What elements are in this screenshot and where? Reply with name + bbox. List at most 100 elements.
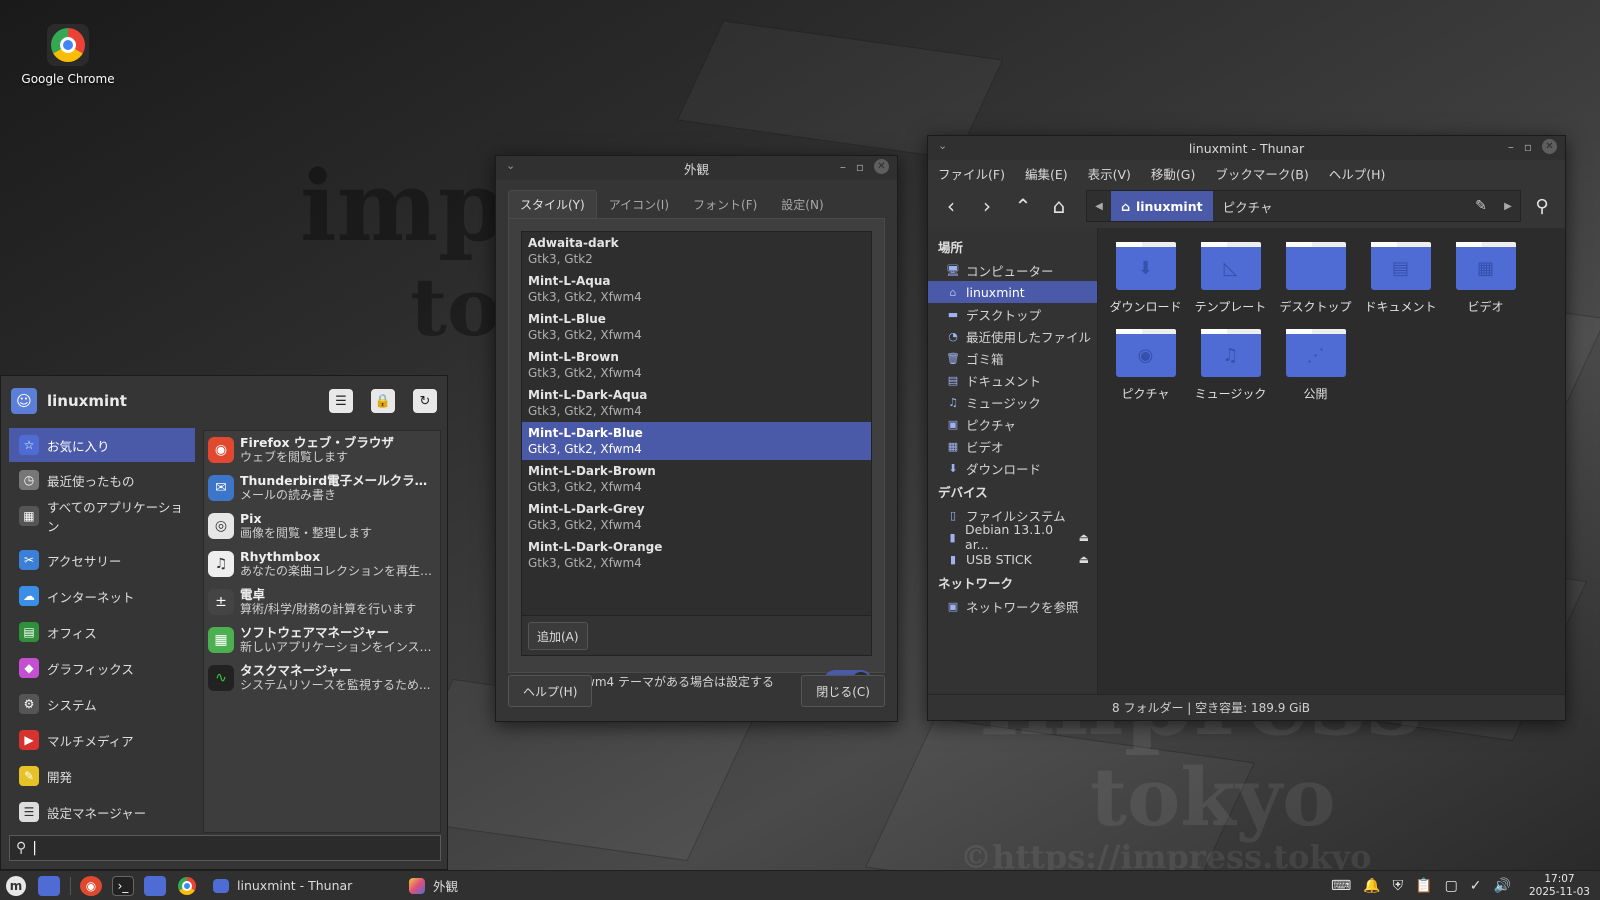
theme-item[interactable]: Mint-L-Blue Gtk3, Gtk2, Xfwm4 [522, 308, 871, 346]
category-item[interactable]: ⚙ システム [9, 686, 195, 722]
sidebar-item[interactable]: ◔ 最近使用したファイル [928, 325, 1097, 347]
breadcrumb-linuxmint[interactable]: ⌂ linuxmint [1111, 191, 1213, 221]
task-thunar[interactable]: linuxmint - Thunar [203, 871, 399, 900]
theme-item[interactable]: Mint-L-Dark-Grey Gtk3, Gtk2, Xfwm4 [522, 498, 871, 536]
theme-item[interactable]: Adwaita-dark Gtk3, Gtk2 [522, 232, 871, 270]
sidebar-item[interactable]: ▣ ピクチャ [928, 413, 1097, 435]
settings-manager-icon[interactable]: ☰ [329, 389, 353, 413]
forward-icon[interactable]: › [972, 191, 1002, 221]
app-item[interactable]: ± 電卓 算術/科学/財務の計算を行います [204, 583, 440, 621]
folder-item[interactable]: ⬇ ダウンロード [1106, 242, 1185, 315]
menu-view[interactable]: 表示(V) [1088, 164, 1131, 184]
path-right-arrow-icon[interactable]: ▶ [1496, 191, 1520, 221]
sidebar-item[interactable]: ♫ ミュージック [928, 391, 1097, 413]
sidebar-item[interactable]: 🗑 ゴミ箱 [928, 347, 1097, 369]
update-manager-icon[interactable]: ✓ [1470, 878, 1482, 894]
tab-settings[interactable]: 設定(N) [769, 190, 835, 218]
tab-fonts[interactable]: フォント(F) [681, 190, 769, 218]
thunar-titlebar[interactable]: ⌄ linuxmint - Thunar – ▫ ✕ [928, 136, 1565, 160]
maximize-icon[interactable]: ▫ [856, 160, 864, 174]
app-item[interactable]: ◎ Pix 画像を閲覧・整理します [204, 507, 440, 545]
category-item[interactable]: ◷ 最近使ったもの [9, 462, 195, 498]
category-item[interactable]: ▤ オフィス [9, 614, 195, 650]
app-item[interactable]: ♫ Rhythmbox あなたの楽曲コレクションを再生、... [204, 545, 440, 583]
folder-item[interactable]: ◉ ピクチャ [1106, 329, 1185, 402]
close-button[interactable]: 閉じる(C) [801, 675, 885, 707]
shield-icon[interactable]: ⛨ [1393, 878, 1404, 894]
logout-icon[interactable]: ↻ [413, 389, 437, 413]
desktop-icon-google-chrome[interactable]: Google Chrome [18, 24, 118, 86]
keyboard-icon[interactable]: ⌨ [1331, 878, 1351, 894]
eject-icon[interactable]: ⏏ [1079, 531, 1089, 544]
sidebar-item[interactable]: ▬ デスクトップ [928, 303, 1097, 325]
menu-bookmarks[interactable]: ブックマーク(B) [1215, 164, 1308, 184]
theme-list[interactable]: Adwaita-dark Gtk3, Gtk2 Mint-L-Aqua Gtk3, G… [521, 231, 872, 616]
launcher-files[interactable] [139, 871, 171, 900]
menu-button[interactable]: m [0, 871, 32, 900]
close-icon[interactable]: ✕ [874, 159, 889, 174]
back-icon[interactable]: ‹ [936, 191, 966, 221]
sidebar-item[interactable]: ▣ ネットワークを参照 [928, 595, 1097, 617]
app-item[interactable]: ◉ Firefox ウェブ・ブラウザ ウェブを閲覧します [204, 431, 440, 469]
home-icon[interactable]: ⌂ [1044, 191, 1074, 221]
sidebar-item[interactable]: ⬇ ダウンロード [928, 457, 1097, 479]
breadcrumb-pictures[interactable]: ピクチャ [1213, 191, 1283, 221]
category-item[interactable]: ☰ 設定マネージャー [9, 794, 195, 830]
menu-edit[interactable]: 編集(E) [1025, 164, 1068, 184]
theme-item[interactable]: Mint-L-Dark-Orange Gtk3, Gtk2, Xfwm4 [522, 536, 871, 574]
task-appearance[interactable]: 外観 [399, 871, 468, 900]
window-menu-icon[interactable]: ⌄ [938, 139, 947, 152]
add-button[interactable]: 追加(A) [528, 622, 588, 650]
notification-bell-icon[interactable]: 🔔 [1363, 878, 1380, 894]
window-menu-icon[interactable]: ⌄ [506, 159, 515, 172]
path-left-arrow-icon[interactable]: ◀ [1087, 191, 1111, 221]
folder-item[interactable]: ▤ ドキュメント [1361, 242, 1440, 315]
menu-search-field[interactable]: ⚲ | [9, 835, 441, 861]
category-item[interactable]: ☁ インターネット [9, 578, 195, 614]
tab-icons[interactable]: アイコン(I) [597, 190, 681, 218]
close-icon[interactable]: ✕ [1542, 139, 1557, 154]
theme-item[interactable]: Mint-L-Brown Gtk3, Gtk2, Xfwm4 [522, 346, 871, 384]
menu-file[interactable]: ファイル(F) [938, 164, 1005, 184]
menu-go[interactable]: 移動(G) [1151, 164, 1195, 184]
app-item[interactable]: ✉ Thunderbird電子メールクライア... メールの読み書き [204, 469, 440, 507]
category-item[interactable]: ✎ 開発 [9, 758, 195, 794]
clock[interactable]: 17:07 2025-11-03 [1529, 873, 1590, 899]
menu-help[interactable]: ヘルプ(H) [1329, 164, 1386, 184]
eject-icon[interactable]: ⏏ [1079, 553, 1089, 566]
sidebar-item[interactable]: ▤ ドキュメント [928, 369, 1097, 391]
launcher-firefox[interactable]: ◉ [75, 871, 107, 900]
category-item[interactable]: ✂ アクセサリー [9, 542, 195, 578]
category-item[interactable]: ☆ お気に入り [9, 428, 195, 462]
launcher-terminal[interactable]: ›_ [107, 871, 139, 900]
appearance-titlebar[interactable]: ⌄ 外観 – ▫ ✕ [496, 156, 897, 180]
theme-item[interactable]: Mint-L-Aqua Gtk3, Gtk2, Xfwm4 [522, 270, 871, 308]
maximize-icon[interactable]: ▫ [1524, 140, 1532, 154]
folder-item[interactable]: ▦ ビデオ [1446, 242, 1525, 315]
sidebar-item[interactable]: ⌂ linuxmint [928, 281, 1097, 303]
search-icon[interactable]: ⚲ [1527, 191, 1557, 221]
minimize-icon[interactable]: – [840, 160, 846, 174]
minimize-icon[interactable]: – [1508, 140, 1514, 154]
folder-item[interactable]: ◺ テンプレート [1191, 242, 1270, 315]
sidebar-item[interactable]: ▮ Debian 13.1.0 ar... ⏏ [928, 522, 1097, 552]
folder-item[interactable]: ⋰ 公開 [1276, 329, 1355, 402]
app-item[interactable]: ▦ ソフトウェアマネージャー 新しいアプリケーションをインスト... [204, 621, 440, 659]
help-button[interactable]: ヘルプ(H) [508, 675, 593, 707]
theme-item[interactable]: Mint-L-Dark-Brown Gtk3, Gtk2, Xfwm4 [522, 460, 871, 498]
folder-item[interactable]: デスクトップ [1276, 242, 1355, 315]
theme-item[interactable]: Mint-L-Dark-Aqua Gtk3, Gtk2, Xfwm4 [522, 384, 871, 422]
app-item[interactable]: ∿ タスクマネージャー システムリソースを監視するため... [204, 659, 440, 697]
launcher-chrome[interactable] [171, 871, 203, 900]
category-item[interactable]: ▦ すべてのアプリケーション [9, 498, 195, 534]
workspace-icon[interactable]: ▢ [1445, 878, 1458, 894]
parent-folder-icon[interactable]: ⌃ [1008, 191, 1038, 221]
folder-item[interactable]: ♫ ミュージック [1191, 329, 1270, 402]
lock-icon[interactable]: 🔒 [371, 389, 395, 413]
category-item[interactable]: ▶ マルチメディア [9, 722, 195, 758]
volume-icon[interactable]: 🔊 [1494, 878, 1511, 894]
tab-style[interactable]: スタイル(Y) [508, 190, 597, 218]
clipboard-icon[interactable]: 📋 [1415, 878, 1432, 894]
sidebar-item[interactable]: ▦ ビデオ [928, 435, 1097, 457]
theme-item[interactable]: Mint-L-Dark-Blue Gtk3, Gtk2, Xfwm4 [522, 422, 871, 460]
